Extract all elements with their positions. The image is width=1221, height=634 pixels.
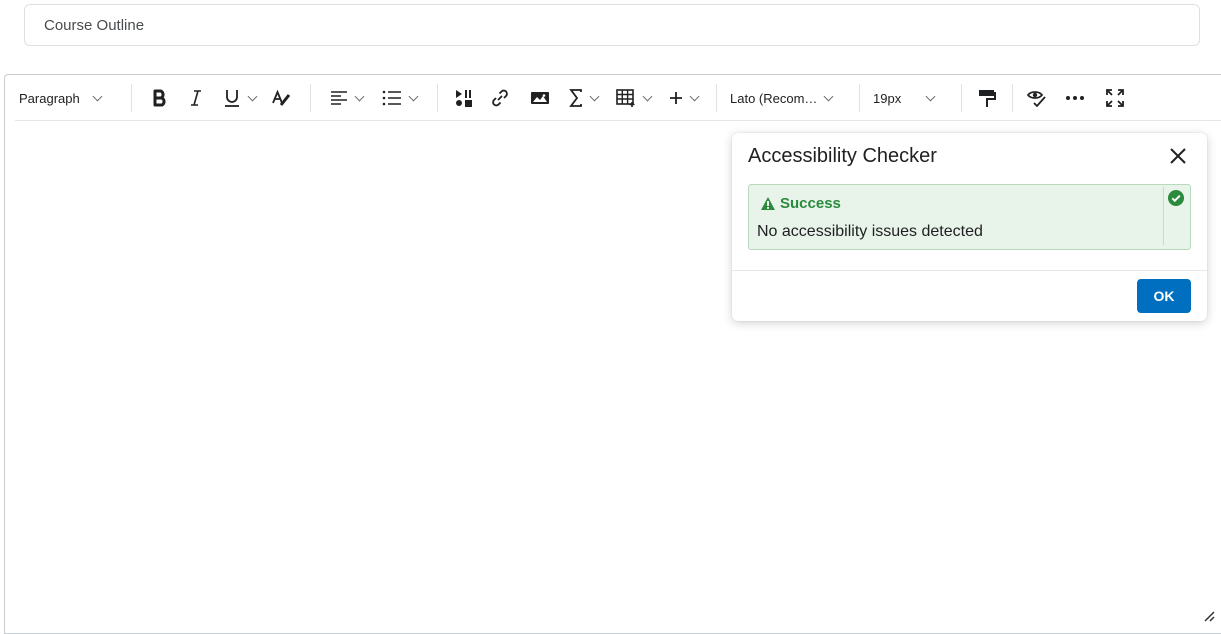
- toolbar-divider: [716, 84, 717, 112]
- fullscreen-button[interactable]: [1095, 82, 1135, 114]
- font-size-value: 19px: [873, 90, 902, 106]
- sigma-icon: [568, 89, 582, 107]
- table-icon: [615, 89, 634, 107]
- block-format-select[interactable]: Paragraph: [15, 82, 125, 114]
- ok-button[interactable]: OK: [1137, 279, 1191, 313]
- insert-media-button[interactable]: [448, 82, 480, 114]
- paint-roller-icon: [979, 90, 996, 107]
- toolbar-divider: [1012, 84, 1013, 112]
- font-family-select[interactable]: Lato (Recom…: [727, 82, 855, 114]
- warning-triangle-icon: [761, 197, 775, 210]
- italic-icon: [191, 90, 201, 106]
- alert-heading: Success: [760, 195, 841, 212]
- chevron-down-icon: [823, 91, 834, 101]
- equation-button[interactable]: [560, 82, 606, 114]
- insert-link-button[interactable]: [480, 82, 520, 114]
- table-button[interactable]: [606, 82, 660, 114]
- bullet-list-icon: [382, 90, 401, 106]
- toolbar-divider: [859, 84, 860, 112]
- accessibility-checker-button[interactable]: [1019, 82, 1055, 114]
- insert-image-button[interactable]: [520, 82, 560, 114]
- editor-toolbar: Paragraph Lato (Recom… 19px: [15, 76, 1221, 121]
- toolbar-divider: [131, 84, 132, 112]
- text-color-button[interactable]: [264, 82, 300, 114]
- chevron-down-icon: [92, 91, 103, 101]
- insert-more-button[interactable]: [660, 82, 706, 114]
- title-input[interactable]: [24, 4, 1200, 46]
- alert-title: Success: [780, 195, 841, 212]
- dialog-title: Accessibility Checker: [748, 145, 937, 167]
- alert-message: No accessibility issues detected: [757, 223, 983, 240]
- bold-button[interactable]: [142, 82, 178, 114]
- check-circle-icon: [1168, 190, 1184, 211]
- resize-handle[interactable]: [1203, 609, 1215, 627]
- underline-icon: [224, 90, 239, 107]
- media-icon: [456, 90, 472, 107]
- chevron-down-icon: [642, 91, 652, 101]
- more-options-button[interactable]: [1055, 82, 1095, 114]
- chevron-down-icon: [408, 91, 418, 101]
- chevron-down-icon: [589, 91, 599, 101]
- resize-grip-icon: [1204, 611, 1215, 622]
- text-color-icon: [272, 89, 291, 106]
- alert-divider: [1163, 187, 1164, 245]
- chevron-down-icon: [689, 91, 699, 101]
- bold-icon: [153, 89, 166, 107]
- close-button[interactable]: [1167, 145, 1189, 167]
- fullscreen-icon: [1106, 89, 1124, 107]
- success-alert: Success No accessibility issues detected: [748, 184, 1191, 250]
- toolbar-divider: [310, 84, 311, 112]
- close-icon: [1170, 148, 1186, 164]
- accessibility-check-icon: [1026, 91, 1046, 108]
- align-left-icon: [330, 91, 347, 105]
- font-size-select[interactable]: 19px: [870, 82, 961, 114]
- font-family-value: Lato (Recom…: [730, 90, 818, 106]
- image-icon: [531, 92, 549, 104]
- dialog-footer-divider: [732, 270, 1207, 271]
- toolbar-divider: [437, 84, 438, 112]
- list-button[interactable]: [371, 82, 427, 114]
- ellipsis-icon: [1066, 96, 1084, 100]
- chevron-down-icon: [354, 91, 364, 101]
- toolbar-divider: [961, 84, 962, 112]
- block-format-value: Paragraph: [19, 90, 80, 106]
- chevron-down-icon: [247, 91, 257, 101]
- italic-button[interactable]: [178, 82, 214, 114]
- link-icon: [492, 89, 508, 107]
- chevron-down-icon: [925, 91, 936, 101]
- accessibility-checker-dialog: Accessibility Checker Success No accessi…: [732, 133, 1207, 321]
- align-button[interactable]: [321, 82, 371, 114]
- plus-icon: [669, 92, 682, 104]
- underline-button[interactable]: [214, 82, 264, 114]
- format-painter-button[interactable]: [968, 82, 1006, 114]
